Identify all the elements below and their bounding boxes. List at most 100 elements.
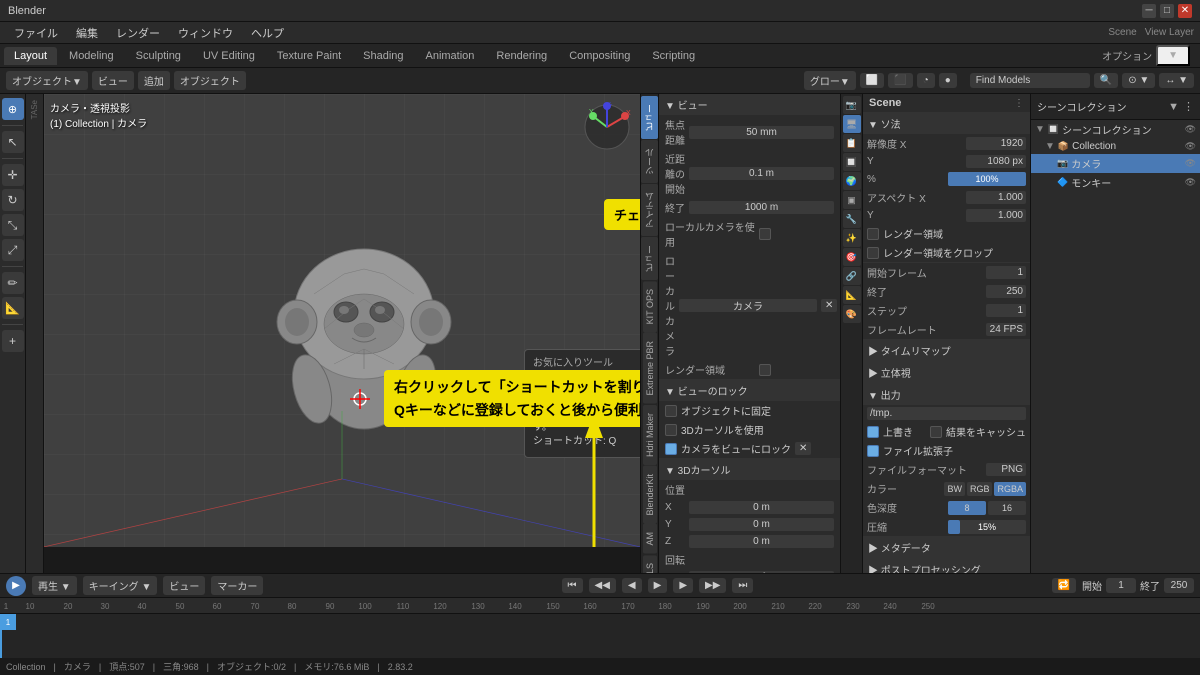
tab-shading[interactable]: Shading xyxy=(353,47,413,65)
tl-play-btn[interactable]: 再生 ▼ xyxy=(32,576,77,595)
ol-scene-collection[interactable]: ▼ 🔲 シーンコレクション 👁 xyxy=(1031,120,1200,139)
outliner-menu-btn[interactable]: ⋮ xyxy=(1183,100,1194,113)
props-tab-particles[interactable]: ✨ xyxy=(843,229,861,247)
tool-select[interactable]: ↖ xyxy=(2,131,24,153)
tl-end-input[interactable] xyxy=(1164,578,1194,593)
props-stereo-header[interactable]: ▶ 立体視 xyxy=(863,362,1030,383)
props-tab-object[interactable]: ▣ xyxy=(843,191,861,209)
shading-solid-btn[interactable]: ⬛ xyxy=(888,73,912,88)
props-postprocess-header[interactable]: ▶ ポストプロセッシング xyxy=(863,559,1030,573)
props-color-bw-btn[interactable]: BW xyxy=(944,482,965,496)
props-tab-scene[interactable]: 🔲 xyxy=(843,153,861,171)
menu-edit[interactable]: 編集 xyxy=(68,23,106,43)
props-overwrite-cb[interactable] xyxy=(867,426,879,438)
vtab-extreme-pbr[interactable]: Extreme PBR xyxy=(643,333,657,404)
ol-scene-eye[interactable]: 👁 xyxy=(1185,124,1196,135)
props-tab-material[interactable]: 🎨 xyxy=(843,305,861,323)
n-cam-to-view-x-btn[interactable]: ✕ xyxy=(795,442,811,455)
options-btn[interactable]: ▼ xyxy=(1156,45,1190,66)
props-frame-start-input[interactable] xyxy=(986,266,1026,279)
n-view-header[interactable]: ▼ ビュー xyxy=(659,94,840,115)
props-tab-modifier[interactable]: 🔧 xyxy=(843,210,861,228)
n-cursor-z-input[interactable] xyxy=(689,535,834,548)
props-tab-viewlayer[interactable]: 📋 xyxy=(843,134,861,152)
props-pct-bar[interactable]: 100% xyxy=(948,172,1026,186)
n-focal-input[interactable] xyxy=(689,126,834,139)
props-compression-bar[interactable]: 15% xyxy=(948,520,1026,534)
props-tab-render[interactable]: 📷 xyxy=(843,96,861,114)
tl-next-key[interactable]: ▶ xyxy=(673,578,693,593)
props-res-header[interactable]: ▼ ソ法 xyxy=(863,113,1030,134)
tl-keying-btn[interactable]: キーイング ▼ xyxy=(83,576,158,595)
props-timemap-header[interactable]: ▶ タイムリマップ xyxy=(863,340,1030,361)
tool-move[interactable]: ✛ xyxy=(2,164,24,186)
mode-object2-btn[interactable]: オブジェクト xyxy=(174,71,246,90)
ol-cam-eye[interactable]: 👁 xyxy=(1185,158,1196,169)
tl-jump-end[interactable]: ⏭ xyxy=(732,578,753,593)
n-lock-obj-cb[interactable] xyxy=(665,405,677,417)
n-render-region-cb[interactable] xyxy=(759,364,771,376)
tool-transform[interactable]: ⤢ xyxy=(2,239,24,261)
tl-start-input[interactable] xyxy=(1106,578,1136,593)
ol-collection[interactable]: ▼ 📦 Collection 👁 xyxy=(1031,139,1200,154)
vtab-bytools[interactable]: BYTOOLS xyxy=(643,555,657,573)
n-cursor-header[interactable]: ▼ 3Dカーソル xyxy=(659,459,840,480)
props-crop-cb[interactable] xyxy=(867,247,879,259)
close-button[interactable]: ✕ xyxy=(1178,4,1192,18)
mode-add-btn[interactable]: 追加 xyxy=(138,71,170,90)
props-metadata-header[interactable]: ▶ メタデータ xyxy=(863,537,1030,558)
find-models-input[interactable] xyxy=(970,73,1090,88)
vtab-hdri[interactable]: Hdri Maker xyxy=(643,405,657,465)
tl-prev-frame[interactable]: ◀◀ xyxy=(589,578,616,593)
tab-compositing[interactable]: Compositing xyxy=(559,47,640,65)
ol-camera[interactable]: 📷 カメラ 👁 xyxy=(1031,154,1200,173)
find-models-btn[interactable]: 🔍 xyxy=(1094,73,1118,88)
glow-btn[interactable]: グロー▼ xyxy=(804,71,856,90)
tl-jump-start[interactable]: ⏮ xyxy=(562,578,583,593)
xray-btn[interactable]: ↔ ▼ xyxy=(1159,73,1194,88)
props-aspect-x-input[interactable] xyxy=(966,191,1026,204)
props-tab-constraints[interactable]: 🔗 xyxy=(843,267,861,285)
n-cam-to-view-cb[interactable] xyxy=(665,443,677,455)
props-depth-8-btn[interactable]: 8 xyxy=(948,501,986,515)
tool-rotate[interactable]: ↻ xyxy=(2,189,24,211)
props-ext-cb[interactable] xyxy=(867,445,879,457)
tool-annotate[interactable]: ✏ xyxy=(2,272,24,294)
props-tab-data[interactable]: 📐 xyxy=(843,286,861,304)
props-tab-output[interactable]: 🖥 xyxy=(843,115,861,133)
tab-texture-paint[interactable]: Texture Paint xyxy=(267,47,351,65)
vtab-view[interactable]: ビュー xyxy=(641,96,658,139)
props-cache-cb[interactable] xyxy=(930,426,942,438)
props-aspect-y-input[interactable] xyxy=(966,209,1026,222)
n-cursor-x-input[interactable] xyxy=(689,501,834,514)
outliner-filter-btn[interactable]: ▼ xyxy=(1168,101,1179,113)
menu-help[interactable]: ヘルプ xyxy=(243,23,292,43)
shading-render-btn[interactable]: ● xyxy=(939,73,957,88)
ol-monkey-eye[interactable]: 👁 xyxy=(1185,177,1196,188)
n-clip-end-input[interactable] xyxy=(689,201,834,214)
tool-measure[interactable]: 📐 xyxy=(2,297,24,319)
maximize-button[interactable]: □ xyxy=(1160,4,1174,18)
n-cursor-y-input[interactable] xyxy=(689,518,834,531)
n-lock-cursor-cb[interactable] xyxy=(665,424,677,436)
overlay-btn[interactable]: ⊙ ▼ xyxy=(1122,73,1155,88)
tl-next-frame[interactable]: ▶▶ xyxy=(699,578,726,593)
mode-object-btn[interactable]: オブジェクト▼ xyxy=(6,71,88,90)
props-path-input[interactable] xyxy=(867,407,1026,420)
tab-animation[interactable]: Animation xyxy=(416,47,485,65)
tl-play-pause[interactable]: ▶ xyxy=(648,578,668,593)
mode-view-btn[interactable]: ビュー xyxy=(92,71,134,90)
props-scene-menu[interactable]: ⋮ xyxy=(1014,98,1024,109)
tab-modeling[interactable]: Modeling xyxy=(59,47,124,65)
tool-cursor[interactable]: ⊕ xyxy=(2,98,24,120)
minimize-button[interactable]: ─ xyxy=(1142,4,1156,18)
props-res-x-input[interactable] xyxy=(966,137,1026,150)
vtab-view2[interactable]: ビュー xyxy=(641,237,658,280)
n-camera-input[interactable] xyxy=(679,299,817,312)
tl-view-btn[interactable]: ビュー xyxy=(163,576,205,595)
ol-col-eye[interactable]: 👁 xyxy=(1185,141,1196,152)
vtab-kitops[interactable]: KIT OPS xyxy=(643,281,657,332)
shading-mat-btn[interactable]: ◔ xyxy=(917,73,935,88)
tl-prev-key[interactable]: ◀ xyxy=(622,578,642,593)
props-render-region-cb[interactable] xyxy=(867,228,879,240)
